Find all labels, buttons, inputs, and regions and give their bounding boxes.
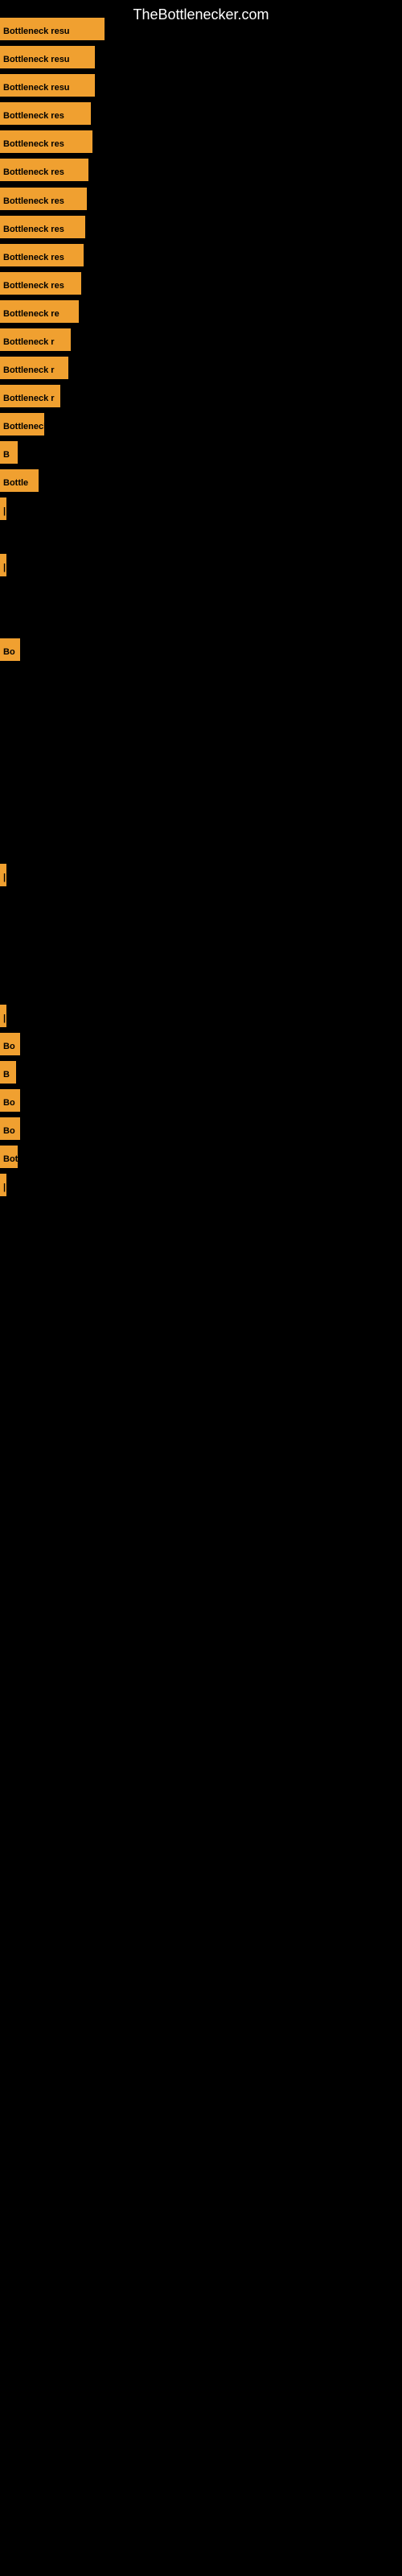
bar-item: |	[0, 497, 6, 520]
bar-item: Bottleneck resu	[0, 74, 95, 97]
bar-label: Bo	[0, 1117, 20, 1140]
bar-item: Bottleneck re	[0, 300, 79, 323]
bar-label: Bottleneck r	[0, 328, 71, 351]
bar-label: Bottleneck r	[0, 385, 60, 407]
bar-label: Bottleneck res	[0, 272, 81, 295]
bar-label: Bottleneck resu	[0, 74, 95, 97]
bar-label: Bottleneck re	[0, 300, 79, 323]
bar-item: Bottleneck resu	[0, 18, 105, 40]
bar-label: |	[0, 864, 6, 886]
bar-item: Bottle	[0, 469, 39, 492]
bar-item: Bottleneck res	[0, 272, 81, 295]
bar-label: Bottleneck res	[0, 216, 85, 238]
bar-label: Bottleneck resu	[0, 18, 105, 40]
bar-item: |	[0, 1005, 6, 1027]
bar-label: |	[0, 554, 6, 576]
bar-label: Bottleneck res	[0, 159, 88, 181]
bar-label: B	[0, 441, 18, 464]
bar-item: Bottleneck res	[0, 188, 87, 210]
bar-item: Bottleneck res	[0, 130, 92, 153]
bar-item: Bo	[0, 638, 20, 661]
bar-item: Bottleneck res	[0, 159, 88, 181]
bar-label: Bo	[0, 638, 20, 661]
bar-item: Bottleneck res	[0, 102, 91, 125]
bar-label: Bo	[0, 1089, 20, 1112]
bar-label: B	[0, 1061, 16, 1084]
bar-item: Bottleneck r	[0, 385, 60, 407]
bar-item: Bottleneck resu	[0, 46, 95, 68]
bar-label: |	[0, 1174, 6, 1196]
bar-label: |	[0, 1005, 6, 1027]
bar-label: Bottle	[0, 469, 39, 492]
bar-item: B	[0, 1061, 16, 1084]
bar-label: Bottleneck res	[0, 102, 91, 125]
bar-label: Bottleneck res	[0, 188, 87, 210]
bar-label: Bot	[0, 1146, 18, 1168]
bar-item: Bo	[0, 1089, 20, 1112]
bar-item: Bo	[0, 1033, 20, 1055]
bar-item: B	[0, 441, 18, 464]
bar-item: |	[0, 554, 6, 576]
bar-item: Bottleneck r	[0, 328, 71, 351]
bar-label: Bottleneck res	[0, 130, 92, 153]
bar-label: Bottleneck r	[0, 357, 68, 379]
bar-item: Bottleneck	[0, 413, 44, 436]
bar-item: Bot	[0, 1146, 18, 1168]
bar-item: Bottleneck res	[0, 216, 85, 238]
bar-item: |	[0, 864, 6, 886]
bar-label: Bottleneck	[0, 413, 44, 436]
bar-label: |	[0, 497, 6, 520]
bar-item: Bottleneck res	[0, 244, 84, 266]
bar-item: |	[0, 1174, 6, 1196]
bar-label: Bo	[0, 1033, 20, 1055]
bar-item: Bottleneck r	[0, 357, 68, 379]
bar-label: Bottleneck res	[0, 244, 84, 266]
bar-item: Bo	[0, 1117, 20, 1140]
bar-label: Bottleneck resu	[0, 46, 95, 68]
